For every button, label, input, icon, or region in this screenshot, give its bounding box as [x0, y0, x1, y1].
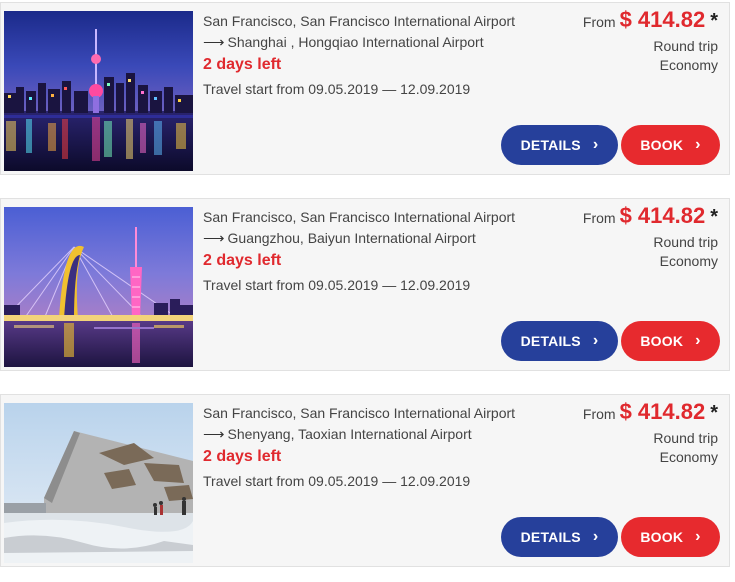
travel-dates: Travel start from 09.05.2019 — 12.09.201… — [203, 473, 471, 489]
trip-type: Round trip — [653, 430, 718, 446]
arrival-airport-label: Shanghai , Hongqiao International Airpor… — [227, 34, 484, 50]
details-button[interactable]: DETAILS › — [501, 125, 618, 165]
destination-image-guangzhou[interactable] — [4, 207, 193, 367]
chevron-right-icon: › — [695, 136, 701, 153]
book-button[interactable]: BOOK › — [621, 517, 720, 557]
price-value: $ 414.82 — [619, 7, 706, 32]
cabin-class: Economy — [659, 253, 718, 269]
details-button-label: DETAILS — [520, 137, 581, 153]
price-value: $ 414.82 — [619, 399, 706, 424]
details-button[interactable]: DETAILS › — [501, 517, 618, 557]
arrival-airport-label: Guangzhou, Baiyun International Airport — [227, 230, 476, 246]
price-box: From $ 414.82 * Round trip Economy — [583, 203, 718, 269]
book-button[interactable]: BOOK › — [621, 321, 720, 361]
book-button-label: BOOK — [640, 137, 684, 153]
departure-airport: San Francisco, San Francisco Internation… — [203, 405, 516, 421]
days-left-badge: 2 days left — [203, 448, 282, 465]
price-asterisk: * — [710, 206, 718, 228]
days-left-badge: 2 days left — [203, 252, 282, 269]
arrival-airport: ⟶ Shanghai , Hongqiao International Airpo… — [203, 33, 484, 51]
arrival-airport-label: Shenyang, Taoxian International Airport — [227, 426, 472, 442]
arrow-right-icon: ⟶ — [203, 34, 225, 51]
destination-image-shanghai[interactable] — [4, 11, 193, 171]
days-left-badge: 2 days left — [203, 56, 282, 73]
trip-type: Round trip — [653, 234, 718, 250]
departure-airport: San Francisco, San Francisco Internation… — [203, 13, 516, 29]
price-asterisk: * — [710, 10, 718, 32]
destination-image-shenyang[interactable] — [4, 403, 193, 563]
from-label: From — [582, 14, 616, 30]
from-label: From — [582, 406, 616, 422]
arrow-right-icon: ⟶ — [203, 230, 225, 247]
price-box: From $ 414.82 * Round trip Economy — [583, 7, 718, 73]
travel-dates: Travel start from 09.05.2019 — 12.09.201… — [203, 277, 471, 293]
book-button[interactable]: BOOK › — [621, 125, 720, 165]
details-button-label: DETAILS — [520, 333, 581, 349]
arrow-right-icon: ⟶ — [203, 426, 225, 443]
travel-dates: Travel start from 09.05.2019 — 12.09.201… — [203, 81, 471, 97]
details-button[interactable]: DETAILS › — [501, 321, 618, 361]
flight-card-shanghai: San Francisco, San Francisco Internation… — [0, 2, 730, 175]
price-box: From $ 414.82 * Round trip Economy — [583, 399, 718, 465]
chevron-right-icon: › — [695, 332, 701, 349]
book-button-label: BOOK — [640, 333, 684, 349]
arrival-airport: ⟶ Shenyang, Taoxian International Airport — [203, 425, 472, 443]
flight-card-shenyang: San Francisco, San Francisco Internation… — [0, 394, 730, 567]
departure-airport: San Francisco, San Francisco Internation… — [203, 209, 516, 225]
chevron-right-icon: › — [592, 136, 599, 153]
chevron-right-icon: › — [592, 332, 599, 349]
cabin-class: Economy — [659, 57, 718, 73]
chevron-right-icon: › — [592, 528, 599, 545]
from-label: From — [582, 210, 616, 226]
price-value: $ 414.82 — [619, 203, 706, 228]
price-asterisk: * — [710, 402, 718, 424]
trip-type: Round trip — [653, 38, 718, 54]
book-button-label: BOOK — [640, 529, 684, 545]
arrival-airport: ⟶ Guangzhou, Baiyun International Airport — [203, 229, 476, 247]
cabin-class: Economy — [659, 449, 718, 465]
flight-card-guangzhou: San Francisco, San Francisco Internation… — [0, 198, 730, 371]
details-button-label: DETAILS — [520, 529, 581, 545]
chevron-right-icon: › — [695, 528, 701, 545]
